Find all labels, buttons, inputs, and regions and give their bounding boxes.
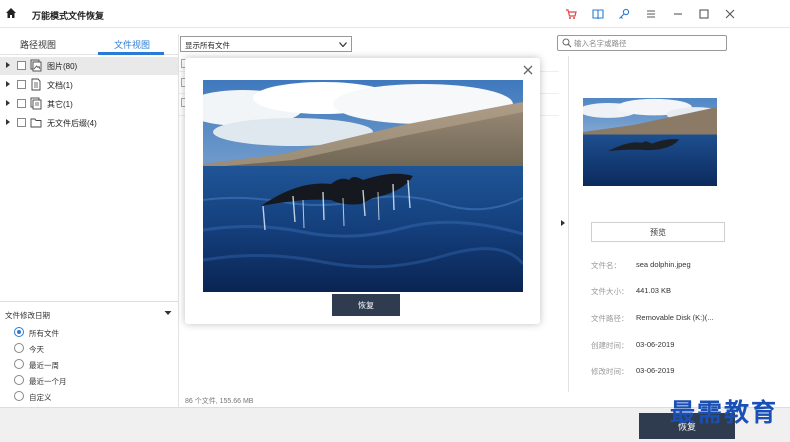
folder-icon	[30, 118, 42, 128]
home-icon	[6, 8, 16, 18]
menu-button[interactable]	[643, 6, 659, 22]
expand-arrow-icon[interactable]	[5, 99, 11, 107]
tree-checkbox[interactable]	[17, 80, 26, 89]
info-row-modified: 修改时间： 03-06-2019	[569, 366, 747, 378]
close-button[interactable]	[722, 6, 738, 22]
preview-button[interactable]: 预览	[591, 222, 725, 242]
close-icon	[725, 9, 735, 19]
file-thumbnail	[583, 98, 717, 186]
minimize-icon	[674, 13, 682, 15]
tree-item-label: 图片(80)	[47, 62, 78, 71]
collapse-panel-arrow-icon[interactable]	[560, 219, 566, 227]
info-value: sea dolphin.jpeg	[636, 260, 691, 269]
chevron-down-icon[interactable]	[164, 310, 172, 316]
dialog-recover-button[interactable]: 恢复	[332, 294, 400, 316]
whale-tail-thumbnail-image	[583, 98, 717, 186]
tree-item-documents[interactable]: 文档(1)	[0, 76, 178, 94]
info-value: Removable Disk (K:)(...	[636, 313, 714, 322]
tree-item-images[interactable]: 图片(80)	[0, 57, 178, 75]
radio-label: 自定义	[29, 393, 52, 402]
tree-item-other[interactable]: 其它(1)	[0, 95, 178, 113]
other-files-icon	[30, 97, 42, 110]
radio-label: 最近一个月	[29, 377, 67, 386]
info-value: 441.03 KB	[636, 286, 672, 295]
file-filter-select[interactable]: 显示所有文件	[180, 36, 352, 52]
info-key: 修改时间：	[591, 367, 629, 376]
info-row-created: 创建时间： 03-06-2019	[569, 340, 747, 352]
info-row-filepath: 文件路径： Removable Disk (K:)(...	[569, 313, 747, 325]
radio-button[interactable]	[14, 343, 24, 353]
info-value: 03-06-2019	[636, 366, 675, 375]
tree-item-label: 其它(1)	[47, 100, 73, 109]
info-row-filename: 文件名： sea dolphin.jpeg	[569, 260, 747, 272]
view-tabs: 路径视图 文件视图	[0, 34, 178, 55]
tab-path-view[interactable]: 路径视图	[20, 38, 56, 51]
search-input[interactable]	[574, 37, 722, 49]
file-count-summary: 86 个文件, 155.66 MB	[185, 398, 254, 405]
tab-file-view[interactable]: 文件视图	[114, 38, 150, 51]
cart-icon	[566, 9, 577, 19]
tree-checkbox[interactable]	[17, 118, 26, 127]
watermark-logo: 最需教育	[670, 398, 779, 427]
radio-button[interactable]	[14, 327, 24, 337]
book-icon	[592, 9, 604, 20]
file-info-panel: 预览 文件名： sea dolphin.jpeg 文件大小： 441.03 KB…	[568, 56, 746, 392]
active-tab-indicator	[98, 52, 164, 55]
guide-button[interactable]	[590, 6, 606, 22]
expand-arrow-icon[interactable]	[5, 80, 11, 88]
images-icon	[30, 59, 42, 72]
maximize-button[interactable]	[696, 6, 712, 22]
radio-label: 今天	[29, 345, 44, 354]
date-filter-title: 文件修改日期	[5, 311, 50, 320]
key-icon	[619, 8, 630, 19]
search-icon	[562, 38, 572, 48]
info-key: 文件大小：	[591, 287, 629, 296]
document-icon	[31, 78, 41, 91]
radio-label: 最近一周	[29, 361, 59, 370]
info-value: 03-06-2019	[636, 340, 675, 349]
radio-button[interactable]	[14, 391, 24, 401]
whale-tail-image	[203, 80, 523, 292]
tree-item-label: 无文件后缀(4)	[47, 119, 97, 128]
date-filter-panel: 文件修改日期 所有文件 今天 最近一周 最近一个月 自定义	[0, 301, 178, 407]
preview-image	[203, 80, 523, 292]
menu-icon	[647, 10, 655, 18]
maximize-icon	[699, 9, 709, 19]
close-icon[interactable]	[522, 64, 534, 76]
radio-button[interactable]	[14, 375, 24, 385]
app-title: 万能模式文件恢复	[32, 11, 105, 21]
preview-dialog: 恢复	[185, 58, 540, 324]
info-key: 创建时间：	[591, 341, 629, 350]
tree-checkbox[interactable]	[17, 99, 26, 108]
file-filter-value: 显示所有文件	[185, 41, 230, 50]
chevron-down-icon	[339, 42, 347, 47]
expand-arrow-icon[interactable]	[5, 118, 11, 126]
minimize-button[interactable]	[670, 6, 686, 22]
info-key: 文件名：	[591, 261, 621, 270]
tree-checkbox[interactable]	[17, 61, 26, 70]
info-key: 文件路径：	[591, 314, 629, 323]
expand-arrow-icon[interactable]	[5, 61, 11, 69]
title-bar: 万能模式文件恢复	[0, 0, 790, 28]
tree-item-label: 文档(1)	[47, 81, 73, 90]
cart-button[interactable]	[563, 6, 579, 22]
radio-button[interactable]	[14, 359, 24, 369]
search-box	[557, 35, 727, 51]
info-row-filesize: 文件大小： 441.03 KB	[569, 286, 747, 298]
tree-item-no-extension[interactable]: 无文件后缀(4)	[0, 114, 178, 132]
status-bar: 86 个文件, 155.66 MB	[179, 392, 559, 407]
key-button[interactable]	[616, 6, 632, 22]
radio-label: 所有文件	[29, 329, 59, 338]
